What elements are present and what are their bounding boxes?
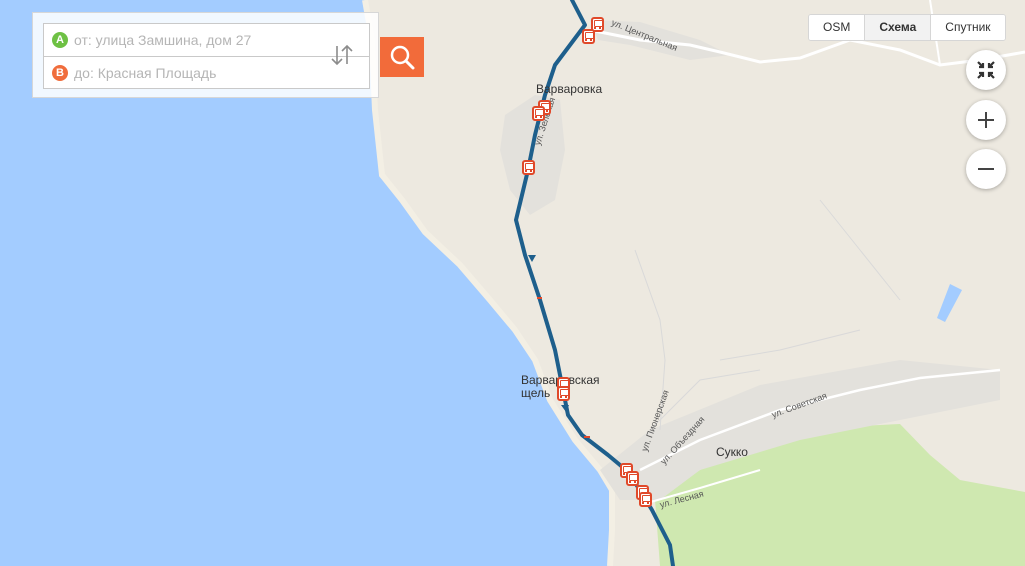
marker-a-icon: A: [52, 32, 68, 48]
route-to-field: B: [43, 56, 370, 89]
zoom-in-button[interactable]: [966, 100, 1006, 140]
search-button[interactable]: [380, 37, 424, 77]
layer-satellite-button[interactable]: Спутник: [931, 15, 1005, 40]
bus-stop-icon[interactable]: [639, 492, 652, 507]
place-label-varvarovka: Варваровка: [536, 82, 603, 96]
bus-stop-icon[interactable]: [557, 386, 570, 401]
layer-osm-button[interactable]: OSM: [809, 15, 866, 40]
bus-stop-icon[interactable]: [582, 29, 595, 44]
bus-stop-icon[interactable]: [522, 160, 535, 175]
bus-stop-icon[interactable]: [626, 471, 639, 486]
route-panel: A B: [32, 12, 379, 98]
route-to-input[interactable]: [74, 57, 314, 89]
layer-switcher: OSM Схема Спутник: [808, 14, 1006, 41]
plus-icon: [978, 112, 994, 128]
marker-b-icon: B: [52, 65, 68, 81]
search-icon: [390, 45, 415, 70]
route-from-field: A: [43, 23, 370, 56]
place-label-sukko: Сукко: [716, 445, 748, 459]
collapse-icon: [977, 61, 995, 79]
bus-stop-icon[interactable]: [532, 106, 545, 121]
fullscreen-button[interactable]: [966, 50, 1006, 90]
layer-scheme-button[interactable]: Схема: [865, 15, 932, 40]
swap-vertical-icon[interactable]: [328, 44, 356, 70]
minus-icon: [978, 168, 994, 170]
zoom-out-button[interactable]: [966, 149, 1006, 189]
route-from-input[interactable]: [74, 24, 314, 56]
